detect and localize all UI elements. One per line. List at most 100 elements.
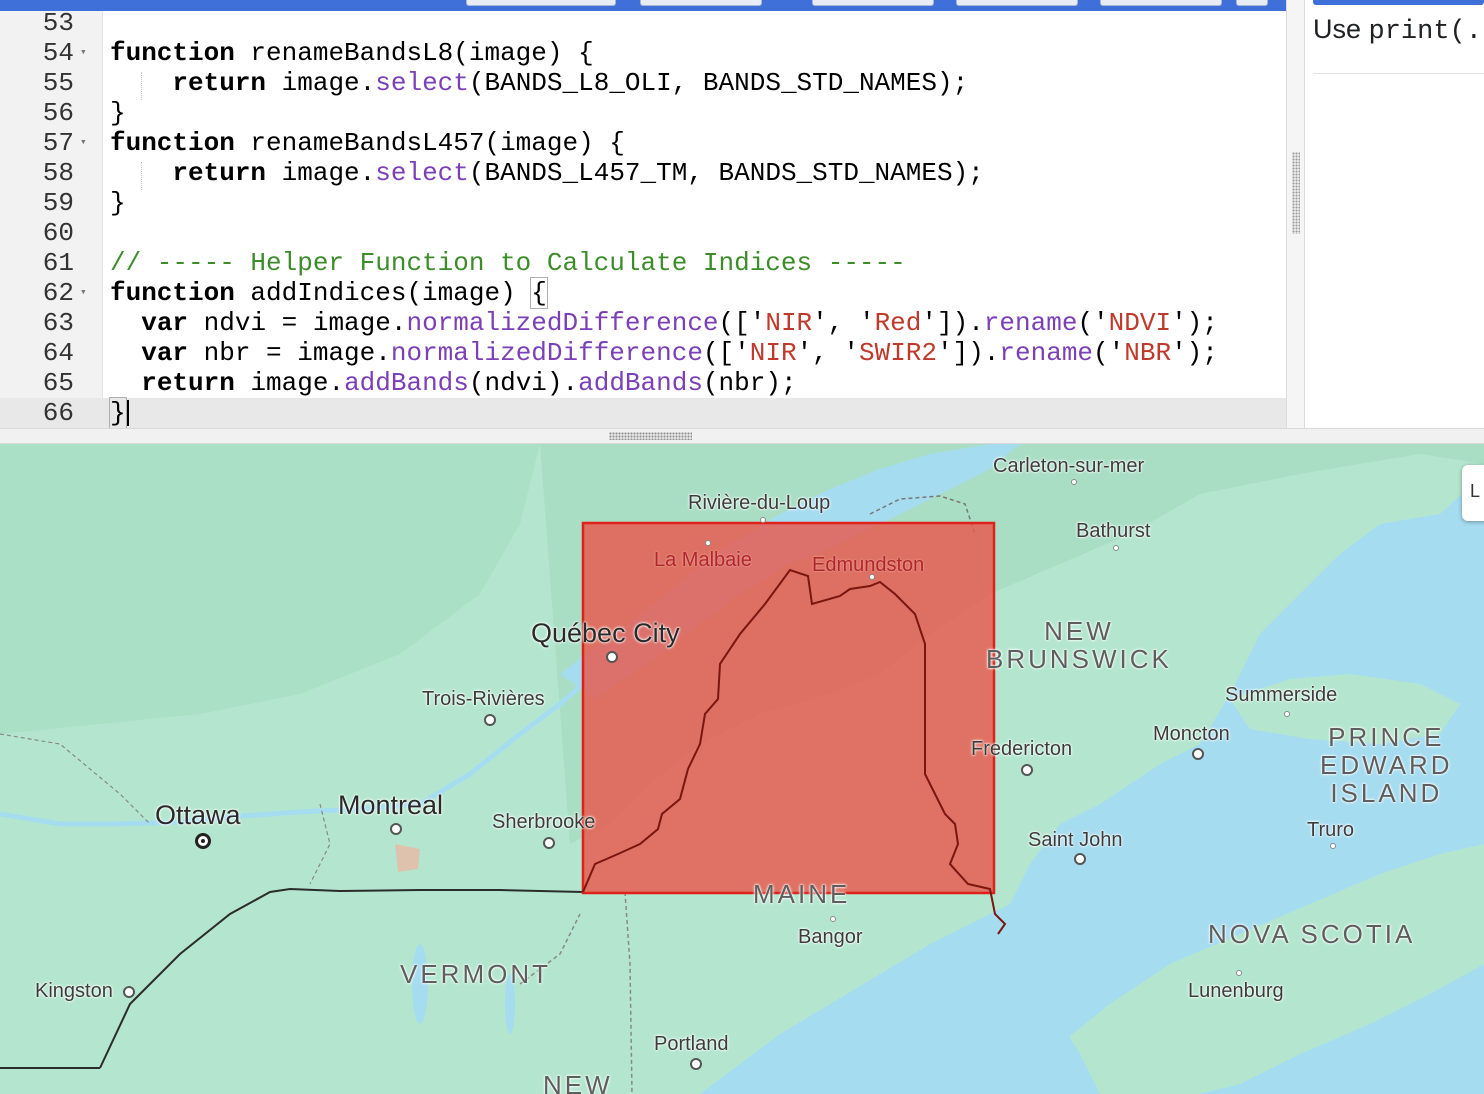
code-token: nbr = image.: [188, 338, 391, 368]
text-cursor: [126, 400, 129, 427]
line-number: 56: [42, 98, 74, 128]
code-text: var nbr = image.normalizedDifference(['N…: [110, 338, 1218, 368]
code-line[interactable]: 53: [0, 8, 1286, 38]
line-number: 59: [42, 188, 74, 218]
code-token: (ndvi).: [468, 368, 579, 398]
city-marker[interactable]: [760, 517, 766, 523]
code-token: (BANDS_L8_OLI, BANDS_STD_NAMES);: [468, 68, 969, 98]
map-view[interactable]: Carleton-sur-mer Rivière-du-Loup Bathurst L…: [0, 444, 1484, 1094]
city-marker[interactable]: [484, 714, 496, 726]
city-marker[interactable]: [543, 837, 555, 849]
line-number: 62: [42, 278, 74, 308]
code-token: var: [141, 308, 189, 338]
toolbar-button[interactable]: [812, 0, 934, 6]
line-number: 63: [42, 308, 74, 338]
code-line[interactable]: 57 ▾ function renameBandsL457(image) {: [0, 128, 1286, 158]
city-marker[interactable]: [1284, 711, 1290, 717]
code-line[interactable]: 66}: [0, 397, 1286, 428]
code-line[interactable]: 59}: [0, 188, 1286, 218]
city-marker[interactable]: [1236, 970, 1242, 976]
city-marker[interactable]: [606, 651, 618, 663]
console-hint-code: print(.: [1368, 17, 1482, 47]
place-label-moncton: Moncton: [1153, 723, 1230, 745]
place-label-new: NEW: [543, 1070, 613, 1094]
place-label-carleton: Carleton-sur-mer: [993, 455, 1145, 477]
place-label-trois: Trois-Rivières: [422, 688, 545, 710]
code-token: ']).: [921, 308, 984, 338]
place-label-ottawa: Ottawa: [155, 800, 241, 830]
code-token: (BANDS_L457_TM, BANDS_STD_NAMES);: [468, 158, 984, 188]
capital-marker[interactable]: [195, 833, 211, 849]
code-line[interactable]: 55 return image.select(BANDS_L8_OLI, BAN…: [0, 68, 1286, 98]
city-marker[interactable]: [1330, 843, 1336, 849]
code-line[interactable]: 62 ▾ function addIndices(image) {: [0, 277, 1286, 309]
map-layers-button[interactable]: L: [1462, 465, 1484, 521]
city-marker[interactable]: [123, 986, 135, 998]
line-number: 58: [42, 158, 74, 188]
fold-toggle-icon[interactable]: ▾: [80, 128, 87, 158]
place-label-lunenburg: Lunenburg: [1188, 980, 1284, 1002]
line-number: 65: [42, 368, 74, 398]
code-token: rename: [983, 308, 1078, 338]
code-editor[interactable]: 53 54 ▾ function renameBandsL8(image) {55 r…: [0, 0, 1286, 428]
code-token: }: [109, 397, 127, 428]
city-marker[interactable]: [1021, 764, 1033, 776]
code-token: // ----- Helper Function to Calculate In…: [110, 248, 906, 278]
code-text: function renameBandsL8(image) {: [110, 38, 594, 68]
code-line[interactable]: 61 // ----- Helper Function to Calculate …: [0, 248, 1286, 278]
code-token: return: [141, 368, 235, 398]
code-token: renameBandsL457(image) {: [234, 128, 625, 158]
place-label-newbrunswick: NEW BRUNSWICK: [986, 616, 1172, 674]
fold-toggle-icon[interactable]: ▾: [80, 38, 87, 68]
city-marker[interactable]: [705, 540, 711, 546]
toolbar-button[interactable]: [956, 0, 1078, 6]
code-line[interactable]: 56}: [0, 98, 1286, 128]
splitter-grip-icon[interactable]: [609, 432, 692, 440]
code-line[interactable]: 64 var nbr = image.normalizedDifference(…: [0, 338, 1286, 368]
code-line[interactable]: 58 return image.select(BANDS_L457_TM, BA…: [0, 158, 1286, 188]
city-marker[interactable]: [1071, 479, 1077, 485]
code-token: addIndices(image): [234, 278, 532, 308]
divider: [1313, 73, 1484, 74]
city-marker[interactable]: [1192, 748, 1204, 760]
code-text: }: [110, 188, 126, 218]
city-marker[interactable]: [390, 823, 402, 835]
place-label-portland: Portland: [654, 1033, 729, 1055]
console-hint: Use print(.: [1313, 14, 1482, 47]
city-marker[interactable]: [830, 916, 836, 922]
line-number: 60: [42, 218, 74, 248]
place-label-malbaie: La Malbaie: [654, 549, 752, 571]
toolbar-button[interactable]: [1236, 0, 1268, 6]
city-marker[interactable]: [1113, 545, 1119, 551]
fold-toggle-icon[interactable]: ▾: [80, 278, 87, 308]
code-line[interactable]: 65 return image.addBands(ndvi).addBands(…: [0, 368, 1286, 398]
vertical-splitter[interactable]: [1286, 0, 1305, 428]
toolbar-button[interactable]: [640, 0, 762, 6]
code-token: normalizedDifference: [406, 308, 719, 338]
code-token: image.: [266, 158, 376, 188]
code-text: var ndvi = image.normalizedDifference(['…: [110, 308, 1218, 338]
place-label-bathurst: Bathurst: [1076, 520, 1151, 542]
splitter-grip-icon[interactable]: [1292, 152, 1300, 234]
code-token: ');: [1171, 308, 1218, 338]
code-text: function addIndices(image) {: [110, 277, 548, 309]
code-text: // ----- Helper Function to Calculate In…: [110, 248, 906, 278]
code-token: ([': [702, 338, 750, 368]
city-marker[interactable]: [869, 574, 875, 580]
code-token: NIR: [749, 338, 797, 368]
code-line[interactable]: 63 var ndvi = image.normalizedDifference…: [0, 308, 1286, 338]
code-token: image.: [266, 68, 376, 98]
toolbar-button[interactable]: [466, 0, 616, 6]
city-marker[interactable]: [690, 1058, 702, 1070]
code-line[interactable]: 60: [0, 218, 1286, 248]
city-marker[interactable]: [1074, 853, 1086, 865]
code-token: NIR: [765, 308, 813, 338]
code-line[interactable]: 54 ▾ function renameBandsL8(image) {: [0, 38, 1286, 68]
horizontal-splitter[interactable]: [0, 428, 1484, 444]
code-text: }: [110, 98, 126, 128]
line-number: 66: [42, 398, 74, 428]
line-number: 57: [42, 128, 74, 158]
toolbar-button[interactable]: [1100, 0, 1222, 6]
line-number: 54: [42, 38, 74, 68]
